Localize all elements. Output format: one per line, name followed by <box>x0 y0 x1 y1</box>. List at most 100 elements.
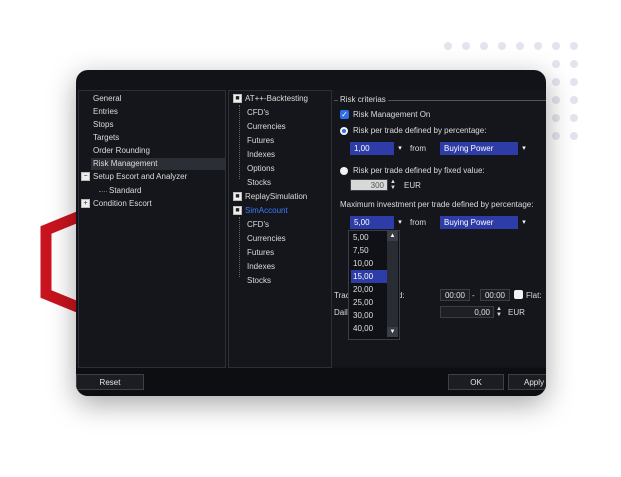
tree-item-options[interactable]: Options <box>247 163 275 175</box>
tree-item-label: AT++-Backtesting <box>245 94 308 103</box>
button-bar: Reset OK Apply <box>76 368 546 396</box>
percentage-radio[interactable] <box>340 127 348 135</box>
dropdown-option[interactable]: 7,50 <box>351 244 387 257</box>
expand-icon[interactable]: + <box>81 199 90 209</box>
basis-select[interactable]: Buying Power <box>440 142 518 155</box>
tree-connector <box>99 191 107 192</box>
tree-item-risk-management[interactable]: Risk Management <box>91 158 225 170</box>
investment-select[interactable]: 5,00 <box>350 216 394 229</box>
decorative-dot <box>534 42 542 50</box>
decorative-dot <box>552 60 560 68</box>
dropdown-option[interactable]: 10,00 <box>351 257 387 270</box>
tree-item-cfds[interactable]: CFD's <box>247 107 269 119</box>
percentage-select[interactable]: 1,00 <box>350 142 394 155</box>
reset-button[interactable]: Reset <box>76 374 144 390</box>
ok-button[interactable]: OK <box>448 374 504 390</box>
dropdown-option[interactable]: 5,00 <box>351 231 387 244</box>
tree-item-stops[interactable]: Stops <box>93 119 113 131</box>
decorative-dot <box>498 42 506 50</box>
decorative-dot <box>570 132 578 140</box>
from-label: from <box>410 218 426 227</box>
decorative-dot <box>462 42 470 50</box>
currency-label: EUR <box>404 181 421 190</box>
decorative-dot <box>570 60 578 68</box>
tree-item-label: Stocks <box>247 276 272 285</box>
flat-checkbox[interactable] <box>514 290 523 299</box>
flat-label: Flat: <box>526 291 542 300</box>
decorative-dot <box>552 132 560 140</box>
spin-down-icon[interactable]: ▼ <box>389 185 397 191</box>
collapse-icon[interactable]: ■ <box>233 94 242 104</box>
tree-item-indexes[interactable]: Indexes <box>247 149 275 161</box>
tree-item-indexes[interactable]: Indexes <box>247 261 275 273</box>
spinner-icon[interactable]: ▲ ▼ <box>495 306 503 318</box>
scroll-down-icon[interactable]: ▼ <box>387 327 398 337</box>
decorative-dot <box>516 42 524 50</box>
spin-down-icon[interactable]: ▼ <box>495 312 503 318</box>
chevron-down-icon[interactable]: ▾ <box>518 142 530 155</box>
dropdown-option[interactable]: 40,00 <box>351 322 387 335</box>
time-to-input[interactable]: 00:00 <box>480 289 510 301</box>
tree-item-general[interactable]: General <box>93 93 121 105</box>
time-from-input[interactable]: 00:00 <box>440 289 470 301</box>
tree-item-backtesting[interactable]: ■ AT++-Backtesting <box>233 93 308 105</box>
tree-item-label: Order Rounding <box>93 146 150 155</box>
tree-item-currencies[interactable]: Currencies <box>247 233 286 245</box>
tree-item-label: Currencies <box>247 122 286 131</box>
tree-item-label: Stops <box>93 120 114 129</box>
fixed-value-input[interactable]: 300 <box>350 179 388 191</box>
spinner-icon[interactable]: ▲ ▼ <box>389 179 397 191</box>
decorative-dot <box>552 114 560 122</box>
tree-item-futures[interactable]: Futures <box>247 247 274 259</box>
chevron-down-icon[interactable]: ▾ <box>394 216 406 229</box>
tree-item-targets[interactable]: Targets <box>93 132 119 144</box>
scroll-up-icon[interactable]: ▲ <box>387 231 398 241</box>
tree-item-stocks[interactable]: Stocks <box>247 177 271 189</box>
risk-management-checkbox[interactable]: ✓ <box>340 110 349 119</box>
percentage-label: Risk per trade defined by percentage: <box>353 126 487 135</box>
tree-item-stocks[interactable]: Stocks <box>247 275 271 287</box>
expand-icon[interactable]: ■ <box>233 192 242 202</box>
tree-item-label: Currencies <box>247 234 286 243</box>
dropdown-scrollbar[interactable]: ▲ ▼ <box>387 231 398 337</box>
chevron-down-icon[interactable]: ▾ <box>394 142 406 155</box>
tree-item-label: General <box>93 94 122 103</box>
tree-item-replay-simulation[interactable]: ■ ReplaySimulation <box>233 191 307 203</box>
tree-item-label: Futures <box>247 248 275 257</box>
dropdown-option-selected[interactable]: 15,00 <box>351 270 387 283</box>
tree-item-currencies[interactable]: Currencies <box>247 121 286 133</box>
dropdown-option[interactable]: 25,00 <box>351 296 387 309</box>
dropdown-option[interactable]: 20,00 <box>351 283 387 296</box>
decorative-dot <box>570 96 578 104</box>
tree-item-label: Standard <box>109 186 142 195</box>
max-investment-label: Maximum investment per trade defined by … <box>340 200 534 209</box>
tree-item-label: Condition Escort <box>93 199 152 208</box>
tree-item-standard[interactable]: Standard <box>109 185 141 197</box>
daily-value-input[interactable]: 0,00 <box>440 306 494 318</box>
tree-item-condition-escort[interactable]: + Condition Escort <box>81 198 152 210</box>
tree-item-futures[interactable]: Futures <box>247 135 274 147</box>
decorative-dot <box>480 42 488 50</box>
chevron-down-icon[interactable]: ▾ <box>518 216 530 229</box>
dropdown-option[interactable]: 30,00 <box>351 309 387 322</box>
settings-window: General Entries Stops Targets Order Roun… <box>76 70 546 396</box>
fixed-value-label: Risk per trade defined by fixed value: <box>353 166 485 175</box>
tree-item-sim-account[interactable]: ■ SimAccount <box>233 205 288 217</box>
collapse-icon[interactable]: − <box>81 172 90 182</box>
daily-currency-label: EUR <box>508 308 525 317</box>
fixed-value-radio[interactable] <box>340 167 348 175</box>
tree-item-setup-escort[interactable]: − Setup Escort and Analyzer <box>81 171 187 183</box>
tree-item-label: Options <box>247 164 275 173</box>
tree-item-entries[interactable]: Entries <box>93 106 118 118</box>
investment-basis-select[interactable]: Buying Power <box>440 216 518 229</box>
tree-item-label: Indexes <box>247 150 276 159</box>
tree-item-label: Stocks <box>247 178 272 187</box>
tree-item-cfds[interactable]: CFD's <box>247 219 269 231</box>
investment-dropdown-list[interactable]: 5,00 7,50 10,00 15,00 20,00 25,00 30,00 … <box>348 230 400 340</box>
tree-item-label: Setup Escort and Analyzer <box>93 172 188 181</box>
collapse-icon[interactable]: ■ <box>233 206 242 216</box>
daily-limit-label: Dail <box>334 308 348 317</box>
tree-item-label: Futures <box>247 136 275 145</box>
apply-button[interactable]: Apply <box>508 374 546 390</box>
tree-item-order-rounding[interactable]: Order Rounding <box>93 145 150 157</box>
